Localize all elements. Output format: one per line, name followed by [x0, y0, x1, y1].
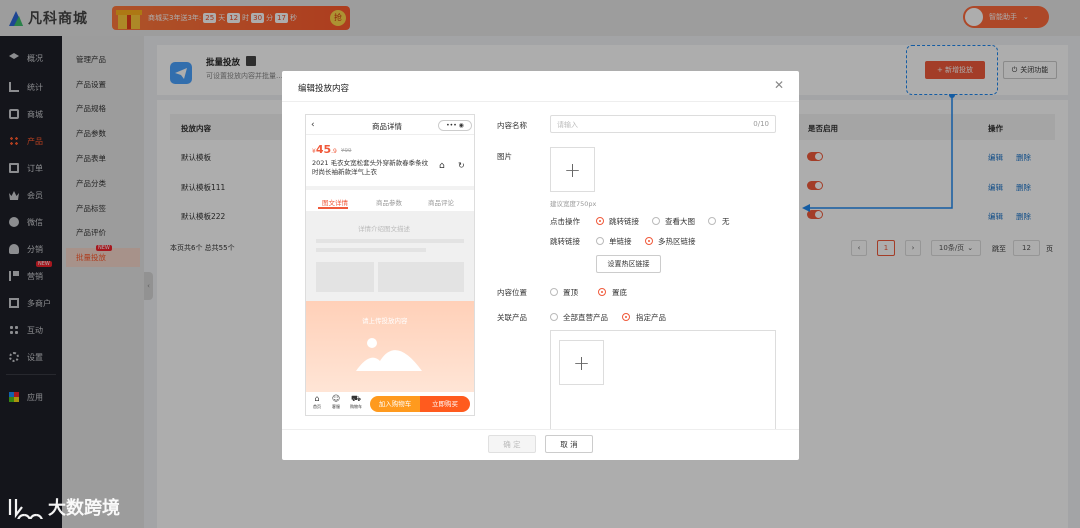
watermark: 大数跨境 — [8, 494, 120, 520]
buy-now-button: 立即购买 — [420, 396, 470, 412]
radio-bottom[interactable] — [598, 288, 606, 296]
old-price: ¥99 — [341, 148, 352, 154]
upload-image-button[interactable]: + — [550, 147, 595, 192]
confirm-button[interactable]: 确 定 — [488, 435, 536, 453]
watermark-logo — [8, 499, 43, 519]
upload-placeholder-text: 请上传投放内容 — [362, 317, 408, 325]
skeleton-line — [316, 239, 464, 243]
skeleton-block — [378, 262, 464, 292]
radio-jump-link[interactable] — [596, 217, 604, 225]
modal-title: 编辑投放内容 — [298, 84, 350, 94]
radio-multi-hotzone-label: 多热区链接 — [658, 237, 696, 246]
home-icon: ⌂ — [439, 161, 445, 171]
phone-tab-underline — [318, 207, 348, 209]
phone-header-title: 商品详情 — [372, 122, 402, 131]
cancel-button[interactable]: 取 消 — [545, 435, 593, 453]
share-icon: ↻ — [458, 161, 465, 170]
phone-price: ¥45.9 — [312, 143, 337, 156]
phone-divider — [306, 186, 474, 190]
add-product-button[interactable]: + — [559, 340, 604, 385]
detail-placeholder-text: 详情介绍图文描述 — [358, 225, 410, 233]
bottom-cart-icon: ⛟ 购物车 — [350, 394, 362, 410]
product-title: 2021 毛衣女宽松套头外穿新款春季条纹时尚长袖新款洋气上衣 — [312, 159, 429, 176]
radio-none[interactable] — [708, 217, 716, 225]
name-input[interactable]: 请输入 0/10 — [550, 115, 776, 133]
add-to-cart-button: 加入购物车 — [370, 396, 420, 412]
image-placeholder-icon — [356, 338, 422, 371]
radio-bottom-label: 置底 — [612, 288, 627, 297]
name-char-count: 0/10 — [753, 120, 769, 128]
bottom-home-label: 首页 — [313, 404, 321, 409]
radio-none-label: 无 — [722, 217, 730, 226]
bottom-service-label: 客服 — [332, 404, 340, 409]
bottom-service-icon: ☺ 客服 — [331, 394, 341, 410]
radio-specified-products[interactable] — [622, 313, 630, 321]
radio-all-products-label: 全部直营产品 — [563, 313, 608, 322]
image-hint: 建议宽度750px — [550, 200, 597, 208]
modal-footer-divider — [282, 429, 799, 430]
miniapp-capsule: ••• ◉ — [438, 120, 472, 131]
radio-single-link-label: 单链接 — [609, 237, 632, 246]
phone-tab-detail: 图文详情 — [322, 199, 348, 207]
set-hotzone-button[interactable]: 设置热区链接 — [596, 255, 661, 273]
bottom-home-icon: ⌂ 首页 — [313, 394, 321, 410]
radio-view-image-label: 查看大图 — [665, 217, 695, 226]
upload-placeholder: 请上传投放内容 — [306, 301, 474, 392]
radio-multi-hotzone[interactable] — [645, 237, 653, 245]
name-label: 内容名称 — [497, 121, 527, 130]
product-label: 关联产品 — [497, 313, 527, 322]
detail-placeholder: 详情介绍图文描述 — [306, 211, 474, 301]
radio-single-link[interactable] — [596, 237, 604, 245]
modal-divider — [282, 101, 799, 102]
skeleton-block — [316, 262, 374, 292]
skeleton-line — [316, 248, 426, 252]
radio-view-image[interactable] — [652, 217, 660, 225]
watermark-text: 大数跨境 — [48, 498, 120, 519]
radio-top-label: 置顶 — [563, 288, 578, 297]
bottom-cart-label: 购物车 — [350, 404, 362, 409]
price-decimal: .9 — [331, 148, 337, 155]
phone-tab-reviews: 商品评论 — [428, 199, 454, 207]
name-input-placeholder: 请输入 — [557, 121, 578, 129]
position-label: 内容位置 — [497, 288, 527, 297]
price-value: 45 — [315, 143, 332, 156]
radio-jump-link-label: 跳转链接 — [609, 217, 639, 226]
radio-all-products[interactable] — [550, 313, 558, 321]
jump-link-label: 跳转链接 — [550, 237, 580, 246]
phone-tab-params: 商品参数 — [376, 199, 402, 207]
radio-top[interactable] — [550, 288, 558, 296]
click-action-label: 点击操作 — [550, 217, 580, 226]
back-icon: ‹ — [311, 120, 315, 130]
phone-bottom-bar: ⌂ 首页 ☺ 客服 ⛟ 购物车 加入购物车 立即购买 — [306, 392, 474, 415]
phone-preview: ‹ 商品详情 ••• ◉ ¥45.9 ¥99 2021 毛衣女宽松套头外穿新款春… — [305, 114, 475, 416]
image-label: 图片 — [497, 152, 512, 161]
close-icon[interactable]: ✕ — [774, 78, 784, 92]
radio-specified-products-label: 指定产品 — [636, 313, 666, 322]
